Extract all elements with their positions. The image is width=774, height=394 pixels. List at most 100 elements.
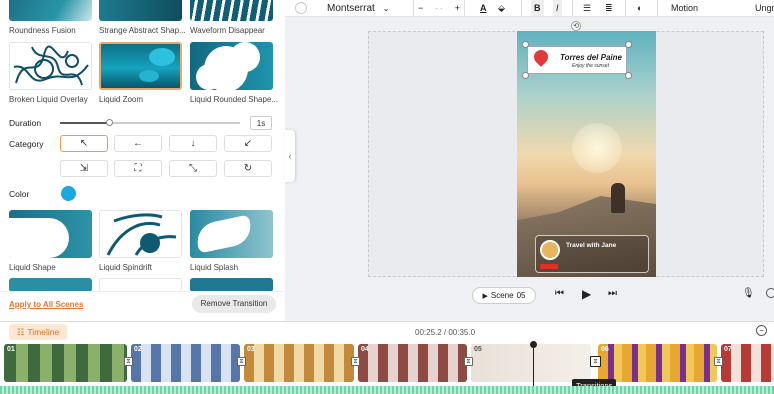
- selection-handle[interactable]: [625, 72, 632, 79]
- next-icon[interactable]: ⏭: [608, 288, 617, 299]
- transition-thumb[interactable]: [190, 278, 273, 292]
- transition-label: Strange Abstract Shap...: [99, 26, 186, 35]
- title-card[interactable]: Torres del Paine Enjoy the sunset: [527, 46, 627, 74]
- duration-slider[interactable]: [60, 119, 240, 126]
- transition-thumb[interactable]: [9, 210, 92, 258]
- text-color-icon[interactable]: A: [480, 0, 487, 16]
- previous-icon[interactable]: ⏮: [555, 288, 564, 299]
- expand-out-button[interactable]: ⛶: [114, 160, 162, 177]
- timeline-clip-current[interactable]: 05: [471, 344, 591, 382]
- rotate-button[interactable]: ↻: [224, 160, 272, 177]
- motion-button[interactable]: Motion: [671, 0, 698, 16]
- timeline-panel: ☷ Timeline 00:25.2 / 00:35.0 − 01 02 03 …: [0, 321, 774, 394]
- transition-thumb[interactable]: [9, 0, 92, 21]
- bold-button[interactable]: B: [531, 0, 544, 16]
- transition-thumb[interactable]: [190, 0, 273, 21]
- selection-handle[interactable]: [625, 41, 632, 48]
- direction-left-button[interactable]: ←: [114, 135, 162, 152]
- preview-subtitle: Enjoy the sunset: [572, 63, 609, 69]
- zoom-out-icon[interactable]: −: [756, 325, 767, 336]
- direction-down-left-button[interactable]: ↙: [224, 135, 272, 152]
- liquid-overlay-shape: [13, 45, 89, 86]
- transition-label: Liquid Zoom: [99, 95, 144, 104]
- timeline-clip[interactable]: 01: [4, 344, 127, 382]
- apply-all-scenes-link[interactable]: Apply to All Scenes: [9, 300, 83, 309]
- play-small-icon: ▶: [482, 292, 488, 300]
- travel-badge[interactable]: Travel with Jane: [535, 235, 649, 273]
- scene-number: 05: [516, 291, 526, 300]
- transition-label: Liquid Rounded Shape...: [190, 95, 279, 104]
- timeline-icon: ☷: [16, 326, 25, 337]
- transition-marker[interactable]: ⧖: [714, 357, 723, 366]
- chevron-down-icon: ⌄: [382, 3, 390, 13]
- transition-marker[interactable]: ⧖: [464, 357, 473, 366]
- avatar: [540, 240, 560, 260]
- transition-thumb[interactable]: [190, 42, 273, 90]
- scene-selector[interactable]: ▶ Scene 05: [472, 287, 536, 304]
- duration-value[interactable]: 1s: [250, 116, 272, 130]
- timeline-clip[interactable]: 06: [598, 344, 717, 382]
- duration-label: Duration: [9, 118, 42, 128]
- more-icon[interactable]: [766, 288, 774, 298]
- transition-marker[interactable]: ⧖: [124, 357, 133, 366]
- line-spacing-icon[interactable]: ≣: [605, 0, 613, 16]
- decrease-icon[interactable]: −: [418, 3, 423, 13]
- transition-marker-active[interactable]: ⧖: [590, 356, 601, 367]
- transition-thumb[interactable]: [9, 42, 92, 90]
- italic-button[interactable]: I: [553, 0, 562, 16]
- spindrift-shape: [106, 213, 177, 256]
- transition-label: Roundness Fusion: [9, 26, 76, 35]
- align-icon[interactable]: ☰: [583, 0, 591, 16]
- transition-thumb[interactable]: [9, 278, 92, 292]
- rotate-handle-icon[interactable]: ⟲: [571, 21, 581, 31]
- color-circle-icon[interactable]: [295, 2, 307, 14]
- story-preview[interactable]: Torres del Paine Enjoy the sunset Travel…: [517, 31, 656, 277]
- shrink-in-button[interactable]: ⇲: [60, 160, 108, 177]
- transition-thumb[interactable]: [99, 0, 182, 21]
- transition-label: Liquid Splash: [190, 263, 239, 272]
- timeline-title: Timeline: [27, 327, 60, 337]
- subscribe-icon: [540, 264, 558, 269]
- highlight-icon[interactable]: ⬙: [498, 0, 505, 16]
- transition-label: Broken Liquid Overlay: [9, 95, 88, 104]
- transition-thumb[interactable]: [99, 278, 182, 292]
- timeline-clip[interactable]: 07: [721, 344, 774, 382]
- transition-thumb-selected[interactable]: [99, 42, 182, 90]
- timeline-clip[interactable]: 04: [358, 344, 467, 382]
- category-label: Category: [9, 139, 44, 149]
- timeline-clip[interactable]: 02: [131, 344, 240, 382]
- microphone-icon[interactable]: 🎙: [742, 288, 755, 299]
- font-size-value: - -: [435, 3, 443, 13]
- opacity-icon[interactable]: ◐: [637, 0, 642, 16]
- font-family-value: Montserrat: [327, 2, 375, 14]
- direction-down-button[interactable]: ↓: [169, 135, 217, 152]
- color-swatch[interactable]: [61, 186, 76, 201]
- time-display: 00:25.2 / 00:35.0: [415, 328, 476, 337]
- transition-marker[interactable]: ⧖: [351, 357, 360, 366]
- scene-label: Scene: [490, 291, 514, 300]
- transition-marker[interactable]: ⧖: [237, 357, 246, 366]
- direction-up-left-button[interactable]: ↖: [60, 135, 108, 152]
- font-size-stepper[interactable]: − - - +: [413, 0, 465, 16]
- selection-handle[interactable]: [522, 72, 529, 79]
- remove-transition-button[interactable]: Remove Transition: [192, 295, 276, 313]
- increase-icon[interactable]: +: [455, 3, 460, 13]
- top-toolbar: Montserrat ⌄ − - - + A ⬙ B I ☰ ≣ ◐ Motio…: [285, 0, 774, 17]
- font-family-select[interactable]: Montserrat ⌄: [327, 0, 390, 16]
- transition-label: Liquid Shape: [9, 263, 56, 272]
- transition-label: Liquid Spindrift: [99, 263, 152, 272]
- slider-handle[interactable]: [106, 119, 113, 126]
- preview-title: Torres del Paine: [560, 53, 622, 62]
- timeline-clip[interactable]: 03: [244, 344, 354, 382]
- color-label: Color: [9, 189, 30, 199]
- converge-button[interactable]: ⤡: [169, 160, 217, 177]
- transition-thumb[interactable]: [99, 210, 182, 258]
- play-icon[interactable]: ▶: [582, 287, 591, 301]
- transition-thumb[interactable]: [190, 210, 273, 258]
- panel-collapse-handle[interactable]: ‹: [285, 130, 295, 182]
- ungroup-button[interactable]: Ungr: [755, 0, 774, 16]
- selection-handle[interactable]: [522, 41, 529, 48]
- badge-text: Travel with Jane: [566, 242, 617, 249]
- transition-panel: Roundness Fusion Strange Abstract Shap..…: [0, 0, 285, 321]
- timeline-button[interactable]: ☷ Timeline: [9, 324, 67, 340]
